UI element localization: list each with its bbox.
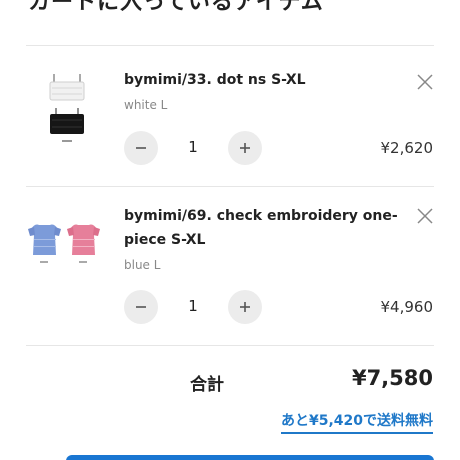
free-shipping-link[interactable]: あと¥5,420で送料無料 [280, 410, 433, 434]
quantity-value: 1 [188, 138, 198, 156]
plus-icon [240, 143, 250, 153]
checkout-button[interactable] [66, 455, 434, 460]
increase-quantity-button[interactable] [228, 131, 262, 165]
page-title: カートに入っているアイテム [28, 0, 324, 15]
item-price: ¥2,620 [380, 139, 434, 157]
total-label: 合計 [190, 375, 224, 395]
item-variant: white L [124, 98, 168, 112]
quantity-value: 1 [188, 297, 198, 315]
item-name[interactable]: bymimi/69. check embroidery one-piece S-… [124, 204, 414, 252]
item-name[interactable]: bymimi/33. dot ns S-XL [124, 68, 414, 92]
decrease-quantity-button[interactable] [124, 131, 158, 165]
close-icon [417, 208, 433, 224]
camisole-tops-icon [49, 74, 85, 142]
item-variant: blue L [124, 258, 161, 272]
product-thumbnail[interactable] [42, 72, 94, 146]
minus-icon [136, 147, 146, 149]
increase-quantity-button[interactable] [228, 290, 262, 324]
plus-icon [240, 302, 250, 312]
item-price: ¥4,960 [380, 298, 434, 316]
remove-item-button[interactable] [417, 208, 433, 224]
close-icon [417, 74, 433, 90]
minus-icon [136, 306, 146, 308]
product-thumbnail[interactable] [26, 221, 104, 267]
dress-icon [28, 224, 100, 263]
total-value: ¥7,580 [351, 366, 433, 390]
cart-item: bymimi/33. dot ns S-XL white L 1 ¥2,620 [0, 46, 460, 186]
remove-item-button[interactable] [417, 74, 433, 90]
cart-item: bymimi/69. check embroidery one-piece S-… [0, 187, 460, 345]
divider [26, 345, 434, 346]
decrease-quantity-button[interactable] [124, 290, 158, 324]
